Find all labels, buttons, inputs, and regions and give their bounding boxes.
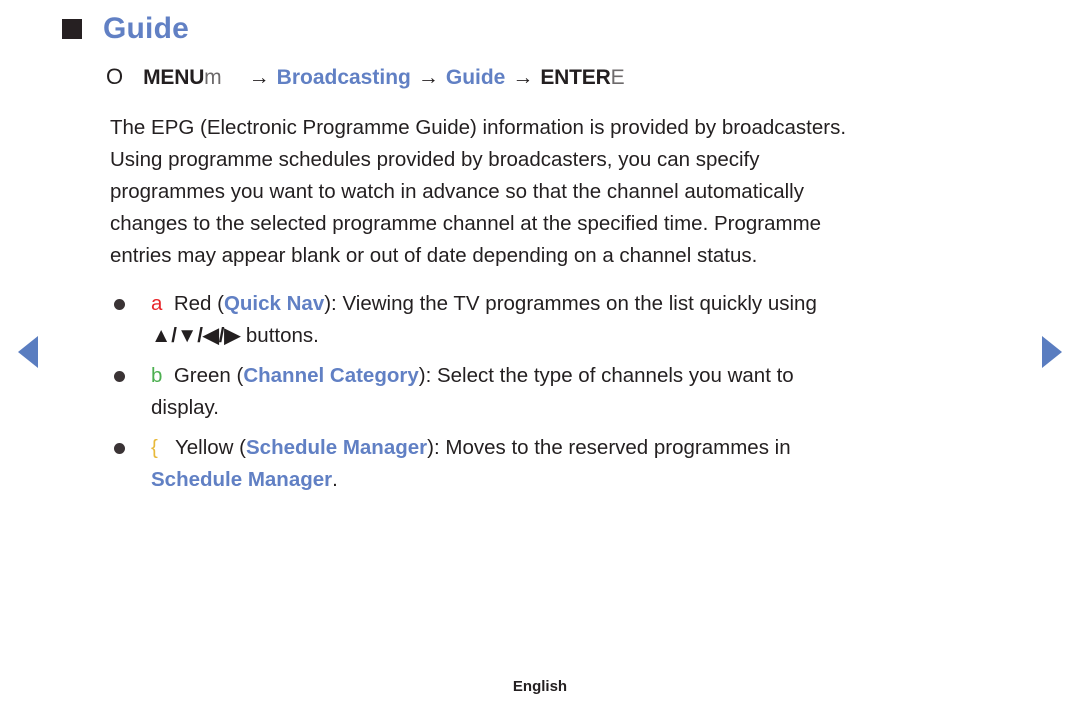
footer-language-label: English bbox=[512, 678, 568, 695]
open-paren: ( bbox=[239, 436, 246, 459]
list-item-line-1: b Green (Channel Category): Select the t… bbox=[151, 360, 1030, 392]
colour-key-glyph-green: b bbox=[151, 364, 163, 387]
list-item-line-2: Schedule Manager. bbox=[151, 464, 1030, 496]
feature-label-channel-category[interactable]: Channel Category bbox=[243, 364, 418, 387]
enter-button-glyph: E bbox=[610, 66, 625, 89]
circle-glyph-icon: O bbox=[106, 64, 124, 89]
description-paragraph: The EPG (Electronic Programme Guide) inf… bbox=[110, 112, 1030, 272]
close-paren: ): bbox=[324, 292, 337, 315]
round-bullet-icon bbox=[114, 443, 125, 454]
menu-button-glyph: m bbox=[204, 66, 222, 89]
colour-name: Red bbox=[173, 292, 212, 315]
round-bullet-icon bbox=[114, 299, 125, 310]
round-bullet-icon bbox=[114, 371, 125, 382]
list-item-text-cont: buttons. bbox=[245, 324, 319, 347]
list-item-line-1: { Yellow (Schedule Manager): Moves to th… bbox=[151, 432, 1030, 464]
list-item-text: Moves to the reserved programmes in bbox=[445, 436, 791, 459]
paragraph-line: Using programme schedules provided by br… bbox=[110, 148, 760, 171]
feature-label-quick-nav[interactable]: Quick Nav bbox=[224, 292, 324, 315]
right-triangle-arrow-icon[interactable] bbox=[1042, 336, 1062, 368]
feature-label-schedule-manager-ref[interactable]: Schedule Manager bbox=[151, 468, 332, 491]
colour-name: Yellow bbox=[174, 436, 234, 459]
path-arrow-3: → bbox=[512, 66, 534, 89]
list-item: { Yellow (Schedule Manager): Moves to th… bbox=[110, 432, 1030, 496]
colour-button-list: a Red (Quick Nav): Viewing the TV progra… bbox=[110, 288, 1030, 504]
menu-step-broadcasting[interactable]: Broadcasting bbox=[277, 66, 411, 89]
close-paren: ): bbox=[418, 364, 432, 387]
paragraph-line: changes to the selected programme channe… bbox=[110, 212, 822, 235]
paragraph-line: programmes you want to watch in advance … bbox=[110, 180, 804, 203]
feature-label-schedule-manager[interactable]: Schedule Manager bbox=[246, 436, 427, 459]
square-bullet-icon bbox=[62, 19, 82, 39]
manual-page: Guide O MENUm → Broadcasting → Guide → ENTERE T… bbox=[0, 0, 1080, 705]
path-arrow-1: → bbox=[248, 66, 270, 89]
menu-step-guide[interactable]: Guide bbox=[446, 66, 506, 89]
colour-key-glyph-red: a bbox=[151, 292, 163, 315]
direction-keys-icon: ▲/▼/◀/▶ bbox=[151, 324, 241, 347]
paragraph-line: entries may appear blank or out of date … bbox=[110, 244, 758, 267]
path-arrow-2: → bbox=[417, 66, 439, 89]
page-heading: Guide bbox=[62, 14, 189, 44]
list-item-line-2: display. bbox=[151, 392, 1030, 424]
list-item-text: Viewing the TV programmes on the list qu… bbox=[342, 292, 817, 315]
list-item-line-1: a Red (Quick Nav): Viewing the TV progra… bbox=[151, 288, 1030, 320]
left-triangle-arrow-icon[interactable] bbox=[18, 336, 38, 368]
colour-key-glyph-yellow: { bbox=[151, 436, 158, 459]
menu-path-breadcrumb: O MENUm → Broadcasting → Guide → ENTERE bbox=[106, 62, 625, 93]
list-item: b Green (Channel Category): Select the t… bbox=[110, 360, 1030, 424]
paragraph-line: The EPG (Electronic Programme Guide) inf… bbox=[110, 116, 847, 139]
list-item-text: Select the type of channels you want to bbox=[436, 364, 794, 387]
close-paren: ): bbox=[427, 436, 440, 459]
colour-name: Green bbox=[173, 364, 231, 387]
sentence-period: . bbox=[332, 468, 338, 491]
enter-button-label[interactable]: ENTER bbox=[540, 66, 610, 89]
open-paren: ( bbox=[217, 292, 224, 315]
menu-button-label[interactable]: MENU bbox=[143, 66, 204, 89]
list-item: a Red (Quick Nav): Viewing the TV progra… bbox=[110, 288, 1030, 352]
list-item-text-cont: display. bbox=[151, 396, 219, 419]
page-title: Guide bbox=[103, 12, 190, 45]
list-item-line-2: ▲/▼/◀/▶ buttons. bbox=[151, 320, 1030, 352]
